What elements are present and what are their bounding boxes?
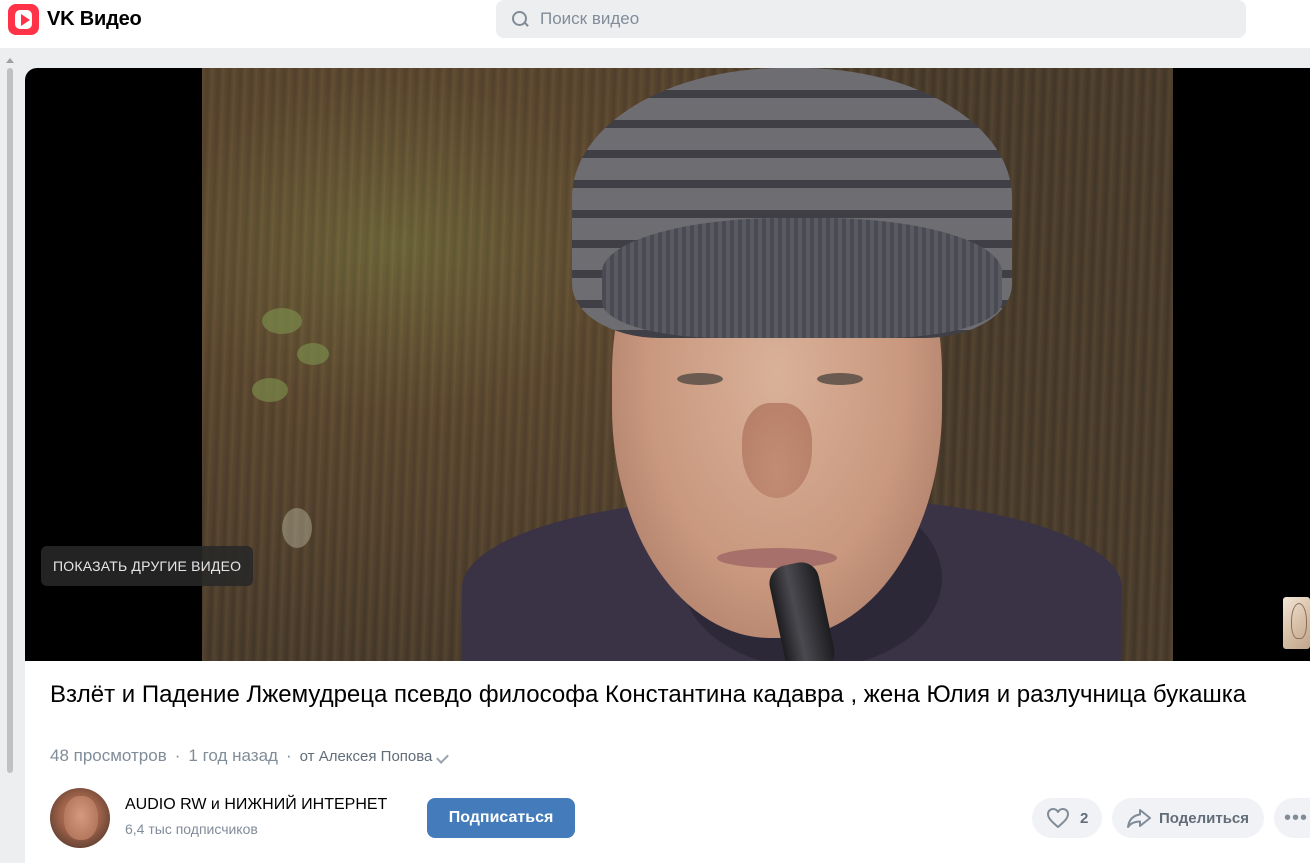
show-other-videos-button[interactable]: ПОКАЗАТЬ ДРУГИЕ ВИДЕО bbox=[41, 546, 254, 586]
share-label: Поделиться bbox=[1159, 809, 1250, 827]
top-header: VK Видео bbox=[0, 0, 1310, 48]
logo-text: VK Видео bbox=[47, 8, 142, 30]
vk-video-play-icon bbox=[8, 4, 39, 35]
next-video-thumbnail[interactable] bbox=[1283, 597, 1310, 649]
more-actions-button[interactable]: ••• bbox=[1274, 798, 1310, 838]
like-button[interactable]: 2 bbox=[1032, 798, 1102, 838]
vk-video-logo[interactable]: VK Видео bbox=[8, 4, 142, 35]
search-bar[interactable] bbox=[496, 0, 1246, 38]
scrollbar-thumb[interactable] bbox=[7, 68, 13, 773]
video-card: ПОКАЗАТЬ ДРУГИЕ ВИДЕО Взлёт и Падение Лж… bbox=[25, 68, 1310, 863]
search-icon bbox=[510, 9, 530, 29]
meta-separator: · bbox=[285, 746, 292, 765]
person-image bbox=[462, 68, 1162, 661]
video-meta: 48 просмотров · 1 год назад · от Алексея… bbox=[50, 746, 450, 766]
background-branch bbox=[242, 298, 352, 598]
video-player[interactable]: ПОКАЗАТЬ ДРУГИЕ ВИДЕО bbox=[25, 68, 1310, 661]
share-icon bbox=[1127, 809, 1151, 828]
search-input[interactable] bbox=[540, 9, 1140, 29]
channel-avatar[interactable] bbox=[50, 788, 110, 848]
subscribe-button[interactable]: Подписаться bbox=[427, 798, 575, 838]
author-link[interactable]: от Алексея Попова bbox=[300, 748, 433, 765]
scrollbar[interactable] bbox=[4, 56, 15, 856]
checkmark-icon bbox=[436, 751, 450, 765]
meta-separator: · bbox=[174, 746, 181, 765]
scroll-up-arrow-icon[interactable] bbox=[6, 58, 14, 63]
subscriber-count: 6,4 тыс подписчиков bbox=[125, 821, 258, 837]
video-frame[interactable] bbox=[202, 68, 1173, 661]
view-count: 48 просмотров bbox=[50, 746, 167, 765]
share-button[interactable]: Поделиться bbox=[1112, 798, 1264, 838]
video-title: Взлёт и Падение Лжемудреца псевдо филосо… bbox=[50, 681, 1247, 708]
heart-icon bbox=[1047, 808, 1069, 828]
like-count: 2 bbox=[1080, 809, 1089, 827]
upload-date: 1 год назад bbox=[188, 746, 278, 765]
channel-name[interactable]: AUDIO RW и НИЖНИЙ ИНТЕРНЕТ bbox=[125, 796, 387, 814]
more-dots-icon: ••• bbox=[1284, 807, 1309, 829]
